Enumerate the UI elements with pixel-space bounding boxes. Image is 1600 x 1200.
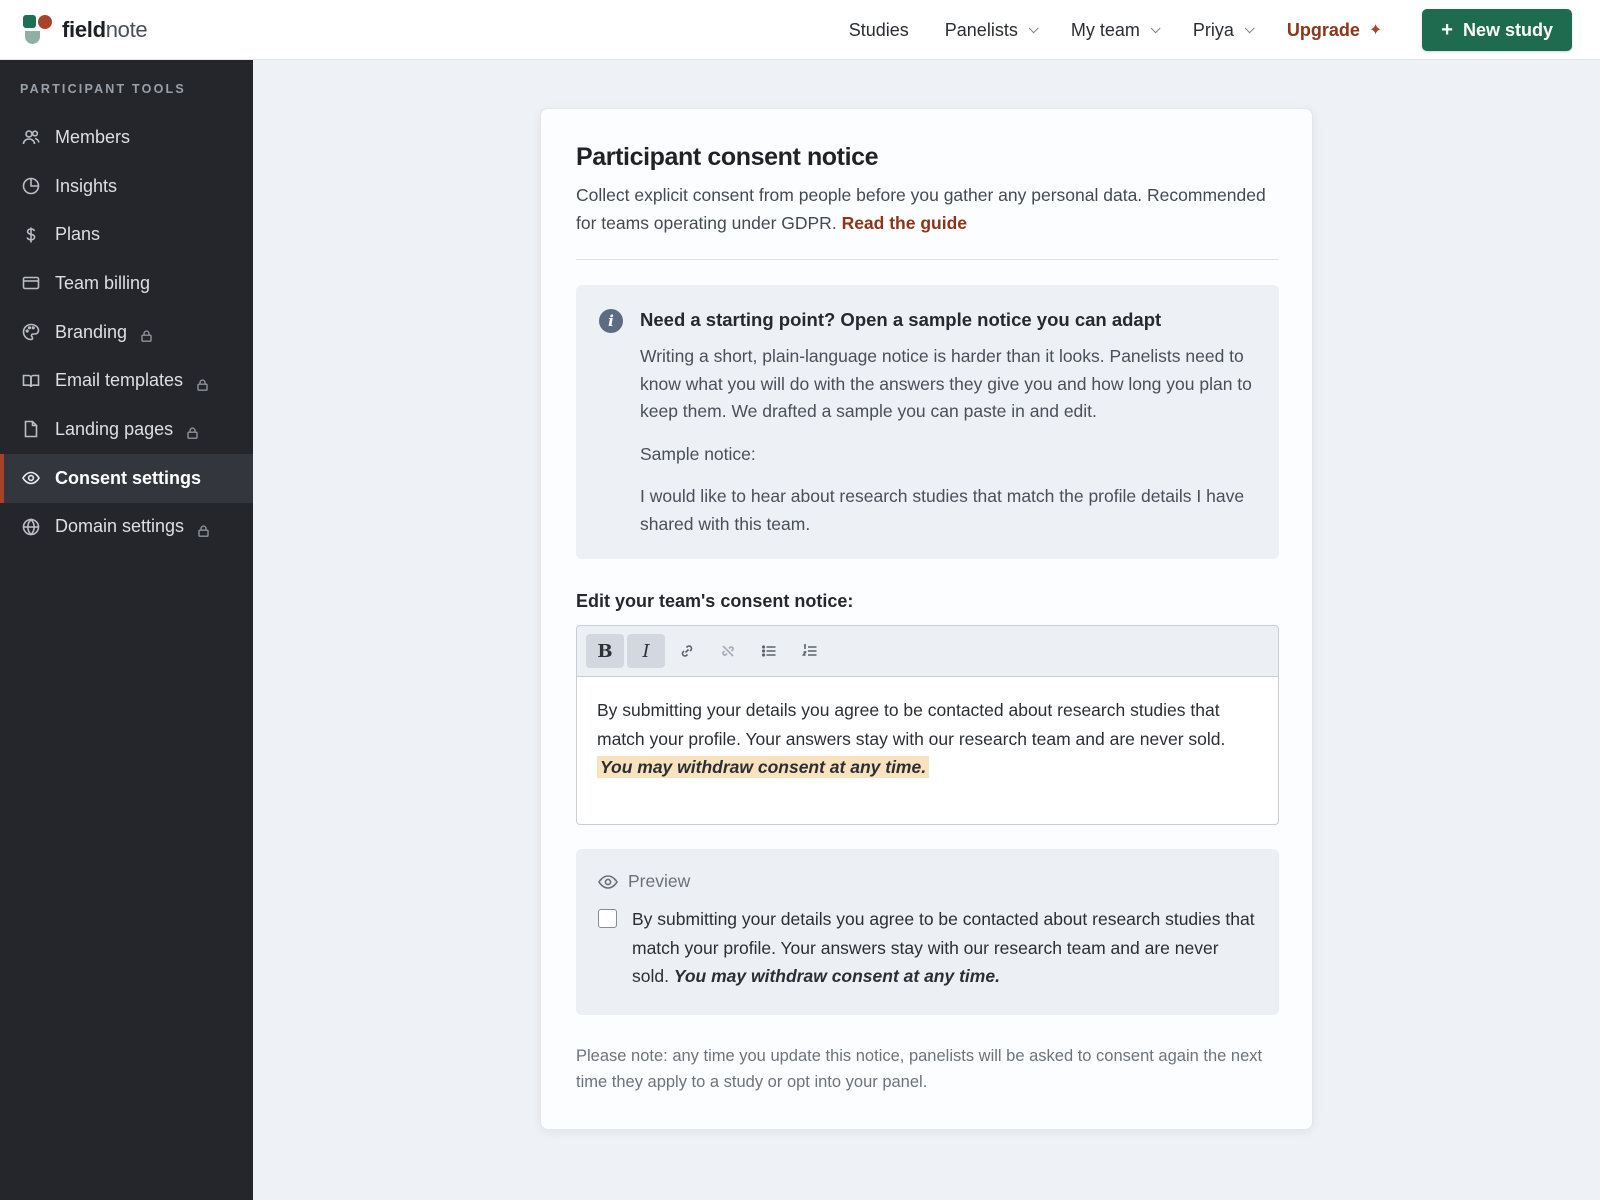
- chevron-down-icon: [1244, 22, 1255, 33]
- sidebar-item-members[interactable]: Members: [0, 113, 253, 162]
- nav-studies[interactable]: Studies: [849, 20, 909, 41]
- dollar-icon: [22, 226, 40, 244]
- chevron-down-icon: [1150, 22, 1161, 33]
- top-nav: Studies Panelists My team Priya Upgrade ✦…: [813, 0, 1572, 60]
- sidebar-item-label: Email templates: [55, 370, 184, 391]
- nav-my-team[interactable]: My team: [1071, 20, 1161, 41]
- bullet-list-icon: [761, 645, 776, 657]
- numbered-list-icon: [802, 643, 817, 656]
- brand[interactable]: fieldnote: [22, 14, 148, 46]
- sidebar-item-label: Insights: [55, 175, 118, 196]
- page-title: Participant consent notice: [576, 143, 879, 171]
- nav-upgrade[interactable]: Upgrade ✦: [1287, 20, 1382, 41]
- sidebar-item-plans[interactable]: Plans: [0, 210, 253, 259]
- lock-icon: [187, 423, 198, 440]
- lock-icon: [141, 326, 152, 342]
- info-icon: i: [599, 309, 623, 333]
- link-button[interactable]: [668, 634, 706, 668]
- consent-editor[interactable]: B I By submitting your details you agree…: [576, 625, 1279, 825]
- sparkle-icon: ✦: [1368, 22, 1383, 39]
- consent-checkbox[interactable]: [598, 909, 617, 928]
- read-guide-link[interactable]: Read the guide: [842, 213, 967, 233]
- sidebar-item-label: Plans: [55, 224, 101, 245]
- nav-user-menu[interactable]: Priya: [1193, 20, 1255, 41]
- info-heading[interactable]: Need a starting point? Open a sample not…: [640, 309, 1161, 331]
- bullet-list-button[interactable]: [750, 634, 788, 668]
- unlink-button[interactable]: [709, 634, 747, 668]
- lock-icon: [198, 521, 209, 537]
- italic-button[interactable]: I: [627, 634, 665, 668]
- highlighted-text: You may withdraw consent at any time.: [597, 756, 930, 778]
- info-body: Writing a short, plain-language notice i…: [640, 343, 1255, 553]
- editor-label: Edit your team's consent notice:: [576, 591, 854, 611]
- top-bar: fieldnote Studies Panelists My team Priy…: [0, 0, 1600, 60]
- sidebar-item-branding[interactable]: Branding: [0, 308, 253, 357]
- preview-text: By submitting your details you agree to …: [632, 909, 1255, 986]
- sidebar-heading: PARTICIPANT TOOLS: [20, 82, 186, 96]
- sidebar-item-domain-settings[interactable]: Domain settings: [0, 503, 253, 552]
- sidebar-item-label: Landing pages: [55, 418, 174, 439]
- editor-content[interactable]: By submitting your details you agree to …: [597, 696, 1259, 782]
- sample-text: I would like to hear about research stud…: [640, 486, 1245, 534]
- bold-button[interactable]: B: [586, 634, 624, 668]
- divider: [576, 259, 1279, 260]
- sidebar-item-consent-settings[interactable]: Consent settings: [0, 453, 253, 503]
- sidebar-item-team-billing[interactable]: Team billing: [0, 259, 253, 308]
- sample-info-box: i Need a starting point? Open a sample n…: [576, 285, 1279, 559]
- preview-emphasis: You may withdraw consent at any time.: [673, 966, 1000, 986]
- unlink-icon: [722, 645, 734, 657]
- sidebar-item-label: Domain settings: [55, 516, 185, 537]
- chevron-down-icon: [1028, 22, 1039, 33]
- book-icon: [22, 372, 40, 390]
- preview-heading: Preview: [598, 871, 690, 892]
- consent-card: Participant consent notice Collect expli…: [540, 108, 1313, 1130]
- sidebar-item-label: Team billing: [55, 272, 151, 293]
- sidebar-item-label: Members: [55, 126, 131, 147]
- sidebar: PARTICIPANT TOOLS Members Insights Plans Te…: [0, 60, 253, 1200]
- numbered-list-button[interactable]: [791, 634, 829, 668]
- reconsent-note: Please note: any time you update this no…: [576, 1047, 1263, 1091]
- preview-panel: Preview By submitting your details you a…: [576, 849, 1279, 1015]
- brand-name: fieldnote: [62, 17, 148, 42]
- users-icon: [22, 128, 40, 146]
- sidebar-item-label: Consent settings: [55, 467, 202, 488]
- credit-card-icon: [22, 274, 40, 292]
- fieldnote-logo-icon: [22, 14, 54, 46]
- nav-panelists[interactable]: Panelists: [945, 20, 1039, 41]
- eye-icon: [22, 469, 40, 487]
- lock-icon: [197, 375, 208, 391]
- plus-icon: +: [1441, 18, 1453, 41]
- sidebar-item-insights[interactable]: Insights: [0, 162, 253, 211]
- sidebar-list: Members Insights Plans Team billing Branding…: [0, 113, 253, 551]
- info-description: Writing a short, plain-language notice i…: [640, 346, 1252, 421]
- sidebar-item-email-templates[interactable]: Email templates: [0, 356, 253, 405]
- editor-toolbar: B I: [577, 626, 1278, 677]
- globe-icon: [22, 518, 40, 536]
- sidebar-item-label: Branding: [55, 321, 128, 342]
- new-study-button[interactable]: + New study: [1422, 9, 1572, 51]
- sample-label: Sample notice:: [640, 443, 756, 464]
- sidebar-item-landing-pages[interactable]: Landing pages: [0, 405, 253, 454]
- link-icon: [681, 645, 693, 657]
- pie-chart-icon: [22, 177, 40, 195]
- file-icon: [22, 420, 40, 438]
- page-subtitle: Collect explicit consent from people bef…: [576, 185, 1266, 233]
- eye-icon: [598, 874, 618, 889]
- palette-icon: [22, 323, 40, 341]
